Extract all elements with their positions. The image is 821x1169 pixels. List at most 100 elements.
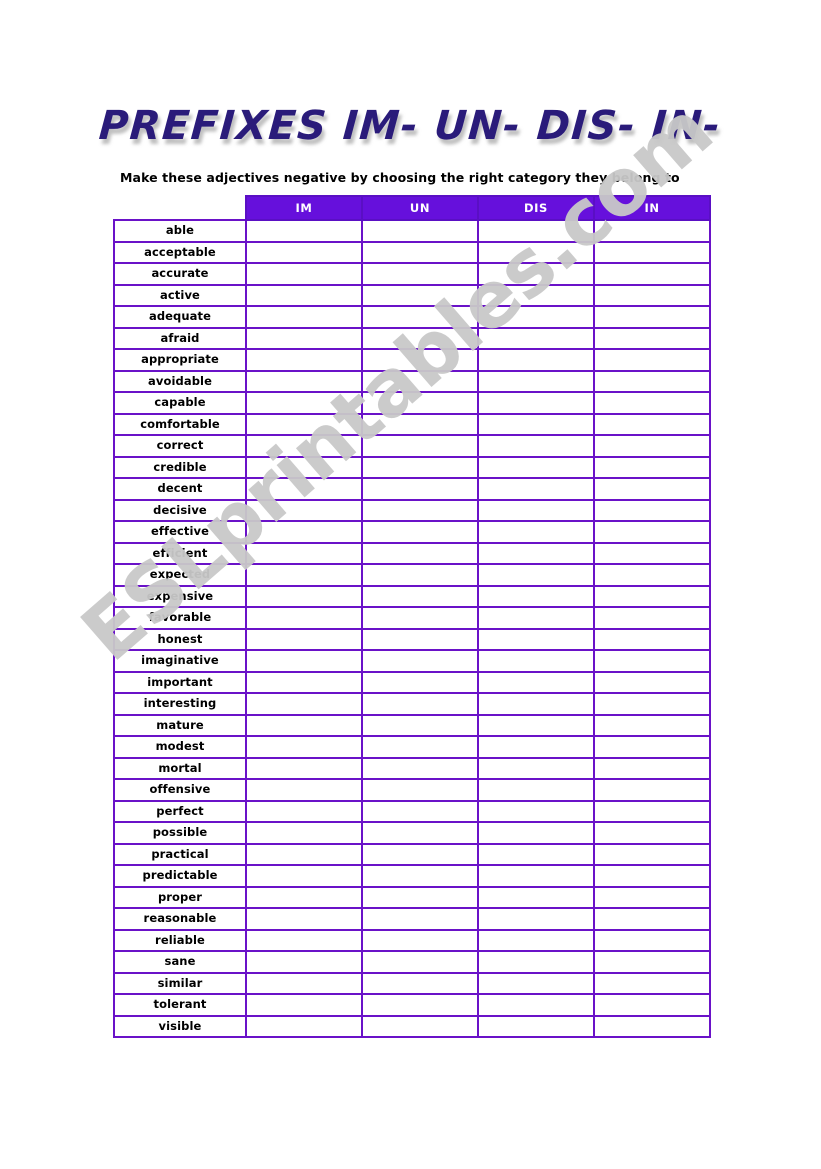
- answer-cell-in[interactable]: [593, 842, 711, 866]
- answer-cell-im[interactable]: [245, 971, 363, 995]
- answer-cell-dis[interactable]: [477, 907, 595, 931]
- answer-cell-dis[interactable]: [477, 520, 595, 544]
- answer-cell-im[interactable]: [245, 993, 363, 1017]
- answer-cell-un[interactable]: [361, 326, 479, 350]
- answer-cell-im[interactable]: [245, 541, 363, 565]
- answer-cell-un[interactable]: [361, 713, 479, 737]
- answer-cell-im[interactable]: [245, 305, 363, 329]
- answer-cell-in[interactable]: [593, 778, 711, 802]
- answer-cell-im[interactable]: [245, 885, 363, 909]
- answer-cell-dis[interactable]: [477, 262, 595, 286]
- answer-cell-im[interactable]: [245, 627, 363, 651]
- answer-cell-im[interactable]: [245, 563, 363, 587]
- answer-cell-un[interactable]: [361, 692, 479, 716]
- answer-cell-un[interactable]: [361, 498, 479, 522]
- answer-cell-dis[interactable]: [477, 971, 595, 995]
- answer-cell-in[interactable]: [593, 971, 711, 995]
- answer-cell-dis[interactable]: [477, 1014, 595, 1038]
- answer-cell-in[interactable]: [593, 326, 711, 350]
- answer-cell-dis[interactable]: [477, 455, 595, 479]
- answer-cell-im[interactable]: [245, 907, 363, 931]
- answer-cell-im[interactable]: [245, 498, 363, 522]
- answer-cell-in[interactable]: [593, 477, 711, 501]
- answer-cell-un[interactable]: [361, 842, 479, 866]
- answer-cell-in[interactable]: [593, 1014, 711, 1038]
- answer-cell-un[interactable]: [361, 477, 479, 501]
- answer-cell-un[interactable]: [361, 1014, 479, 1038]
- answer-cell-un[interactable]: [361, 563, 479, 587]
- answer-cell-un[interactable]: [361, 649, 479, 673]
- answer-cell-un[interactable]: [361, 993, 479, 1017]
- answer-cell-un[interactable]: [361, 821, 479, 845]
- answer-cell-im[interactable]: [245, 756, 363, 780]
- answer-cell-im[interactable]: [245, 412, 363, 436]
- answer-cell-un[interactable]: [361, 541, 479, 565]
- answer-cell-dis[interactable]: [477, 606, 595, 630]
- answer-cell-im[interactable]: [245, 455, 363, 479]
- answer-cell-im[interactable]: [245, 735, 363, 759]
- answer-cell-in[interactable]: [593, 670, 711, 694]
- answer-cell-un[interactable]: [361, 240, 479, 264]
- answer-cell-in[interactable]: [593, 606, 711, 630]
- answer-cell-im[interactable]: [245, 606, 363, 630]
- answer-cell-dis[interactable]: [477, 391, 595, 415]
- answer-cell-im[interactable]: [245, 240, 363, 264]
- answer-cell-in[interactable]: [593, 993, 711, 1017]
- answer-cell-dis[interactable]: [477, 993, 595, 1017]
- answer-cell-un[interactable]: [361, 928, 479, 952]
- answer-cell-un[interactable]: [361, 412, 479, 436]
- answer-cell-im[interactable]: [245, 821, 363, 845]
- answer-cell-un[interactable]: [361, 391, 479, 415]
- answer-cell-im[interactable]: [245, 649, 363, 673]
- answer-cell-un[interactable]: [361, 434, 479, 458]
- answer-cell-im[interactable]: [245, 713, 363, 737]
- answer-cell-in[interactable]: [593, 369, 711, 393]
- answer-cell-in[interactable]: [593, 885, 711, 909]
- answer-cell-dis[interactable]: [477, 348, 595, 372]
- answer-cell-un[interactable]: [361, 907, 479, 931]
- answer-cell-dis[interactable]: [477, 885, 595, 909]
- answer-cell-in[interactable]: [593, 240, 711, 264]
- answer-cell-un[interactable]: [361, 606, 479, 630]
- answer-cell-im[interactable]: [245, 477, 363, 501]
- answer-cell-dis[interactable]: [477, 477, 595, 501]
- answer-cell-im[interactable]: [245, 842, 363, 866]
- answer-cell-im[interactable]: [245, 778, 363, 802]
- answer-cell-im[interactable]: [245, 1014, 363, 1038]
- answer-cell-un[interactable]: [361, 348, 479, 372]
- answer-cell-un[interactable]: [361, 799, 479, 823]
- answer-cell-im[interactable]: [245, 670, 363, 694]
- answer-cell-im[interactable]: [245, 434, 363, 458]
- answer-cell-un[interactable]: [361, 778, 479, 802]
- answer-cell-dis[interactable]: [477, 627, 595, 651]
- answer-cell-im[interactable]: [245, 283, 363, 307]
- answer-cell-im[interactable]: [245, 391, 363, 415]
- answer-cell-un[interactable]: [361, 262, 479, 286]
- answer-cell-im[interactable]: [245, 326, 363, 350]
- answer-cell-in[interactable]: [593, 649, 711, 673]
- answer-cell-dis[interactable]: [477, 240, 595, 264]
- answer-cell-un[interactable]: [361, 520, 479, 544]
- answer-cell-in[interactable]: [593, 498, 711, 522]
- answer-cell-in[interactable]: [593, 928, 711, 952]
- answer-cell-im[interactable]: [245, 692, 363, 716]
- answer-cell-dis[interactable]: [477, 369, 595, 393]
- answer-cell-un[interactable]: [361, 756, 479, 780]
- answer-cell-un[interactable]: [361, 369, 479, 393]
- answer-cell-im[interactable]: [245, 348, 363, 372]
- answer-cell-dis[interactable]: [477, 584, 595, 608]
- answer-cell-in[interactable]: [593, 563, 711, 587]
- answer-cell-dis[interactable]: [477, 563, 595, 587]
- answer-cell-un[interactable]: [361, 670, 479, 694]
- answer-cell-un[interactable]: [361, 885, 479, 909]
- answer-cell-in[interactable]: [593, 950, 711, 974]
- answer-cell-im[interactable]: [245, 369, 363, 393]
- answer-cell-dis[interactable]: [477, 412, 595, 436]
- answer-cell-in[interactable]: [593, 412, 711, 436]
- answer-cell-in[interactable]: [593, 627, 711, 651]
- answer-cell-im[interactable]: [245, 219, 363, 243]
- answer-cell-dis[interactable]: [477, 283, 595, 307]
- answer-cell-in[interactable]: [593, 584, 711, 608]
- answer-cell-in[interactable]: [593, 283, 711, 307]
- answer-cell-dis[interactable]: [477, 756, 595, 780]
